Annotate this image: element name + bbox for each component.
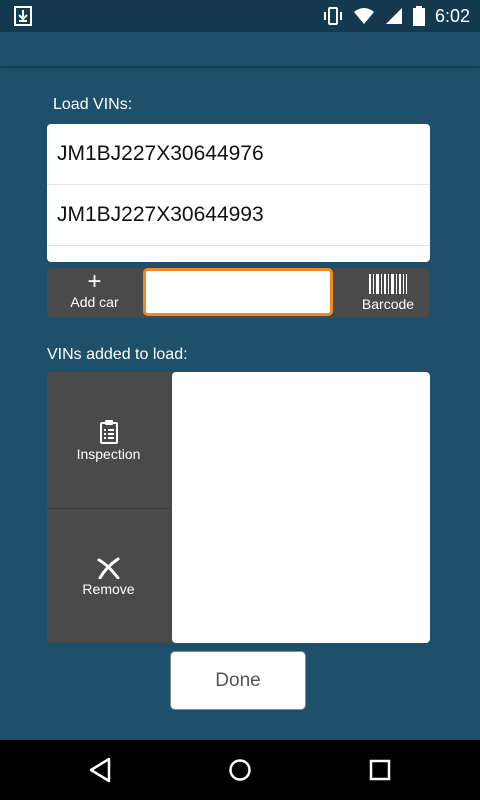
navigation-bar [0,740,480,800]
wifi-icon [353,8,374,24]
remove-label: Remove [82,581,135,597]
recents-icon[interactable] [368,757,392,783]
clipboard-icon [99,420,118,444]
add-car-button[interactable]: + Add car [47,268,142,318]
battery-icon [412,6,425,26]
barcode-label: Barcode [361,296,415,312]
download-icon [14,6,32,26]
app-top-bar [0,32,480,67]
vins-added-panel: Inspection Remove [47,372,430,643]
back-icon[interactable] [88,757,112,783]
inspection-button[interactable]: Inspection [47,372,170,508]
done-button[interactable]: Done [170,651,306,710]
load-vins-list[interactable]: JM1BJ227X30644976 JM1BJ227X30644993 [47,124,430,262]
vin-list-item[interactable]: JM1BJ227X30644993 [47,185,430,246]
add-car-label: Add car [70,294,119,310]
vin-input[interactable] [143,268,333,316]
vin-list-item[interactable]: JM1BJ227X30644976 [47,124,430,185]
added-vins-list[interactable] [172,372,430,643]
home-icon[interactable] [228,757,252,783]
remove-icon [97,557,119,579]
plus-icon: + [87,268,102,295]
vin-action-bar: + Add car Barcode [47,268,430,318]
status-bar: 6:02 [0,0,480,32]
barcode-icon [369,274,407,294]
inspection-label: Inspection [76,446,141,462]
load-vins-label: Load VINs: [53,96,133,113]
vins-added-label: VINs added to load: [47,346,188,363]
signal-icon [385,8,402,24]
vibrate-icon [323,7,342,25]
remove-button[interactable]: Remove [47,509,170,643]
status-time: 6:02 [434,5,470,26]
barcode-button[interactable]: Barcode [346,268,430,318]
